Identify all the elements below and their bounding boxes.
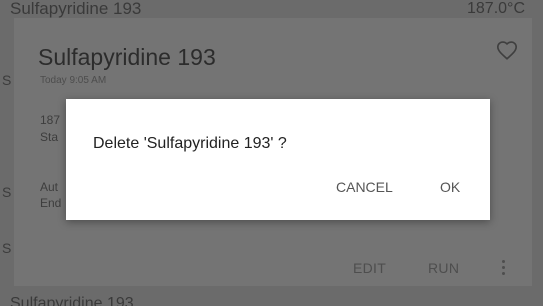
card-detail-line: End xyxy=(40,196,62,210)
background-item-title: Sulfapyridine 193 xyxy=(10,0,142,18)
card-title: Sulfapyridine 193 xyxy=(38,44,216,70)
background-edge-letter: S xyxy=(2,184,12,200)
card-detail-line: Sta xyxy=(40,130,59,144)
background-list-item-bottom: Sulfapyridine 193 xyxy=(0,290,543,306)
delete-confirmation-dialog: Delete 'Sulfapyridine 193' ? CANCEL OK xyxy=(66,99,490,220)
background-edge-letter: S xyxy=(2,240,12,256)
dialog-message: Delete 'Sulfapyridine 193' ? xyxy=(93,135,287,152)
card-detail-line: 187 xyxy=(40,113,61,127)
cancel-button[interactable]: CANCEL xyxy=(336,179,393,195)
run-button[interactable]: RUN xyxy=(428,260,459,276)
background-edge-letter: S xyxy=(2,72,12,88)
heart-icon[interactable] xyxy=(496,40,518,62)
edit-button[interactable]: EDIT xyxy=(353,260,386,276)
background-item-value: 187.0°C xyxy=(467,0,525,17)
card-timestamp: Today 9:05 AM xyxy=(40,75,107,86)
more-vert-icon[interactable] xyxy=(500,260,506,276)
ok-button[interactable]: OK xyxy=(440,179,460,195)
background-item-title: Sulfapyridine 193 xyxy=(10,295,134,306)
card-detail-line: Aut xyxy=(40,180,59,194)
